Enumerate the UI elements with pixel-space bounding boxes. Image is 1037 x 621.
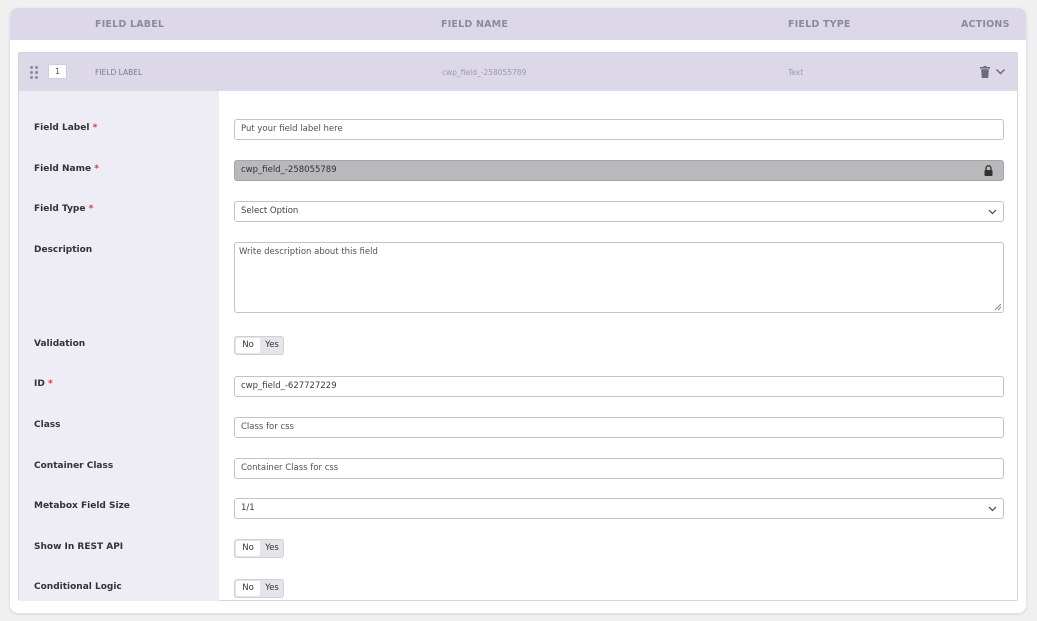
chevron-down-icon[interactable] bbox=[995, 66, 1006, 77]
chevron-down-icon bbox=[988, 506, 997, 512]
toggle-yes[interactable]: Yes bbox=[261, 338, 283, 353]
header-field-name: FIELD NAME bbox=[441, 19, 509, 30]
container-class-label: Container Class bbox=[34, 461, 114, 471]
drag-handle-icon[interactable] bbox=[30, 66, 40, 79]
field-type-select[interactable]: Select Option bbox=[234, 201, 1004, 222]
container-class-input[interactable]: Container Class for css bbox=[234, 458, 1004, 479]
validation-toggle[interactable]: No Yes bbox=[234, 336, 284, 355]
toggle-no[interactable]: No bbox=[236, 581, 260, 596]
toggle-no[interactable]: No bbox=[236, 338, 260, 353]
metabox-size-label: Metabox Field Size bbox=[34, 501, 130, 511]
class-input[interactable]: Class for css bbox=[234, 417, 1004, 438]
chevron-down-icon bbox=[988, 209, 997, 215]
header-field-label: FIELD LABEL bbox=[95, 19, 165, 30]
field-name-label: Field Name * bbox=[34, 164, 99, 174]
resize-grip-icon[interactable] bbox=[994, 303, 1002, 311]
toggle-yes[interactable]: Yes bbox=[261, 581, 283, 596]
field-label-input[interactable]: Put your field label here bbox=[234, 119, 1004, 140]
lock-icon bbox=[984, 165, 993, 176]
field-label-label: Field Label * bbox=[34, 123, 98, 133]
id-input[interactable]: cwp_field_-627727229 bbox=[234, 376, 1004, 397]
metabox-size-select[interactable]: 1/1 bbox=[234, 498, 1004, 519]
toggle-no[interactable]: No bbox=[236, 541, 260, 556]
field-type-label: Field Type * bbox=[34, 204, 94, 214]
row-field-label: FIELD LABEL bbox=[95, 68, 143, 77]
header-field-type: FIELD TYPE bbox=[788, 19, 851, 30]
toggle-yes[interactable]: Yes bbox=[261, 541, 283, 556]
rest-api-toggle[interactable]: No Yes bbox=[234, 539, 284, 558]
row-field-name: cwp_field_-258055789 bbox=[442, 68, 527, 77]
conditional-logic-toggle[interactable]: No Yes bbox=[234, 579, 284, 598]
row-field-type: Text bbox=[788, 68, 804, 77]
validation-label: Validation bbox=[34, 339, 86, 349]
table-header: FIELD LABEL FIELD NAME FIELD TYPE ACTION… bbox=[10, 8, 1026, 40]
trash-icon[interactable] bbox=[980, 66, 990, 78]
header-actions: ACTIONS bbox=[961, 19, 1010, 30]
field-name-input: cwp_field_-258055789 bbox=[234, 160, 1004, 181]
field-card: 1 FIELD LABEL cwp_field_-258055789 Text … bbox=[18, 52, 1018, 601]
field-row[interactable]: 1 FIELD LABEL cwp_field_-258055789 Text bbox=[19, 53, 1017, 91]
description-textarea[interactable]: Write description about this field bbox=[234, 242, 1004, 313]
conditional-logic-label: Conditional Logic bbox=[34, 582, 122, 592]
rest-api-label: Show In REST API bbox=[34, 542, 124, 552]
fields-panel: FIELD LABEL FIELD NAME FIELD TYPE ACTION… bbox=[10, 8, 1026, 613]
description-label: Description bbox=[34, 245, 93, 255]
class-label: Class bbox=[34, 420, 61, 430]
field-order-number: 1 bbox=[48, 64, 67, 79]
id-label: ID * bbox=[34, 379, 53, 389]
